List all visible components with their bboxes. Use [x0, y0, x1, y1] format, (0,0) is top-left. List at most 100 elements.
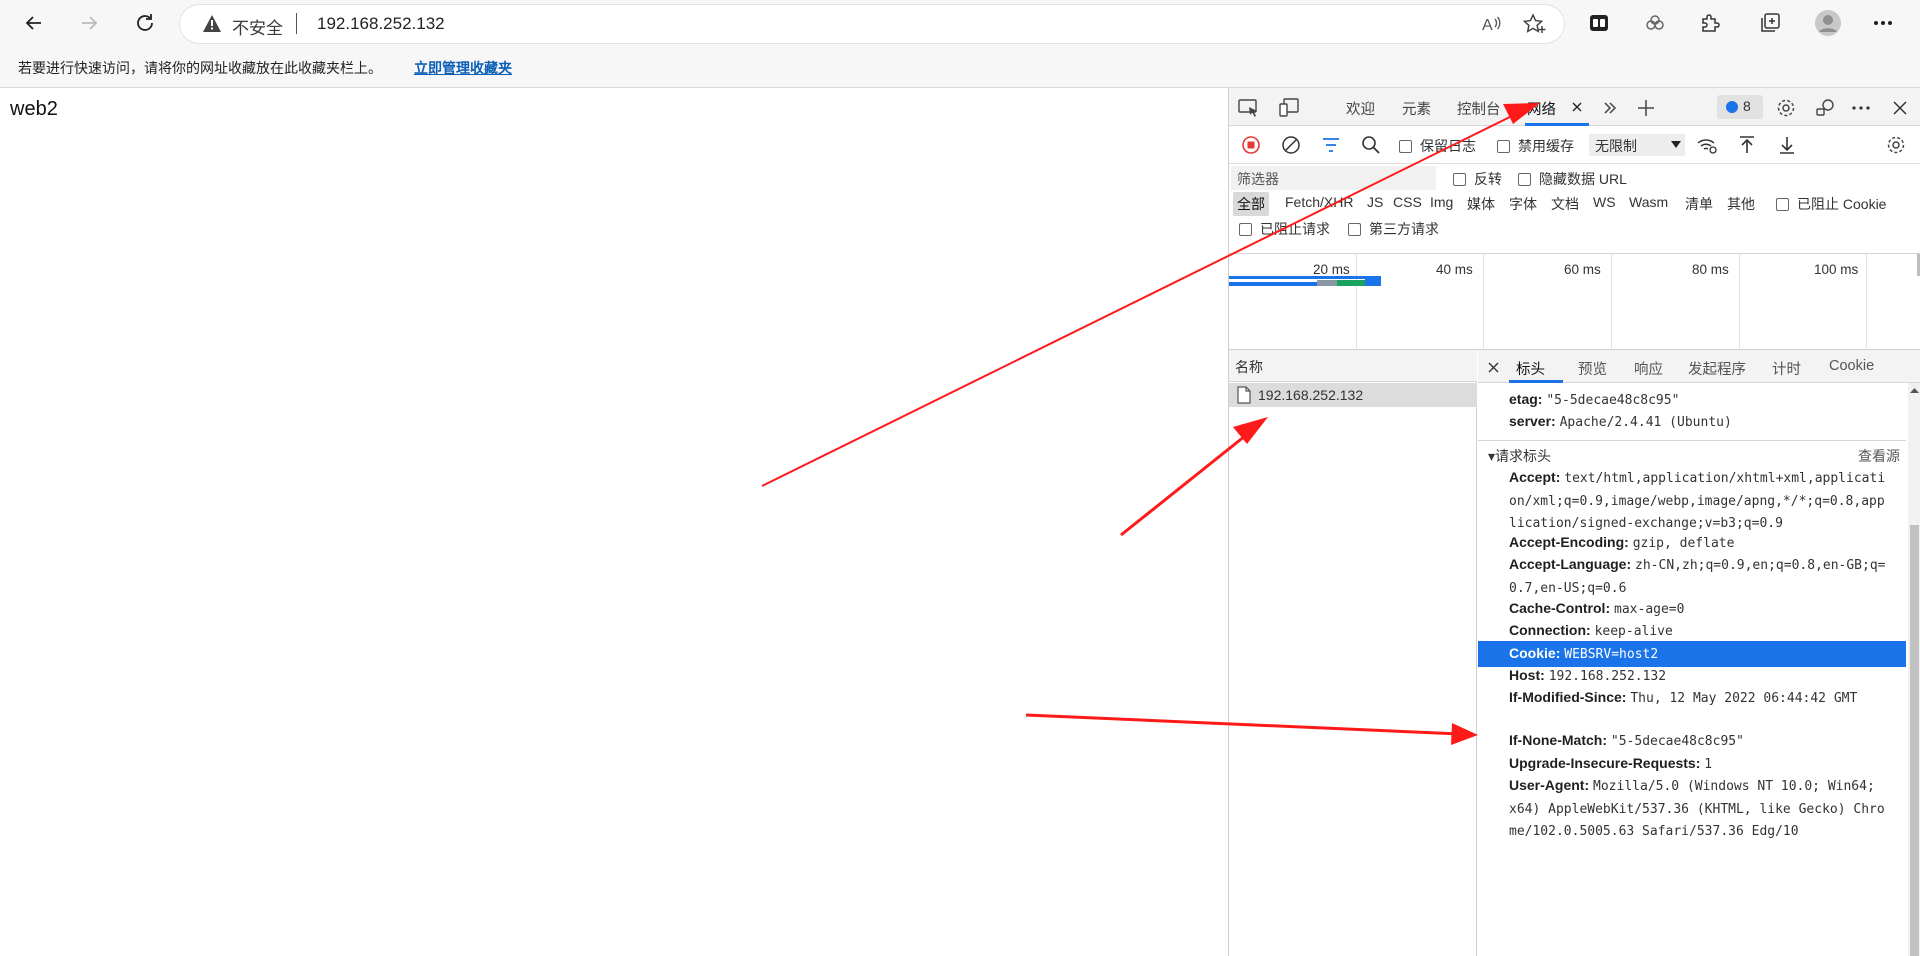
read-aloud-icon[interactable]: A	[1480, 13, 1502, 40]
third-party-label: 第三方请求	[1369, 221, 1439, 237]
close-devtools-icon[interactable]	[1888, 96, 1912, 120]
tab-preview[interactable]: 预览	[1578, 358, 1607, 379]
timeline-gridline	[1356, 254, 1357, 350]
header-value: "5-5decae48c8c95"	[1546, 393, 1680, 408]
type-filter-fetch-xhr[interactable]: Fetch/XHR	[1285, 194, 1353, 210]
filter-funnel-icon[interactable]	[1319, 133, 1343, 157]
type-filter-wasm[interactable]: Wasm	[1629, 194, 1668, 210]
network-toolbar: 保留日志 禁用缓存 无限制	[1229, 126, 1920, 164]
favorites-bar: 若要进行快速访问，请将你的网址收藏放在此收藏夹栏上。 立即管理收藏夹	[0, 46, 1920, 88]
request-header-if-modified-since: If-Modified-Since: Thu, 12 May 2022 06:4…	[1509, 689, 1858, 706]
chevron-down-icon	[1671, 141, 1681, 148]
request-header-cookie[interactable]: Cookie: WEBSRV=host2	[1509, 643, 1658, 666]
devtools-panel: 欢迎 元素 控制台 网络 8 保留日志 禁用缓存 无限制 筛选器 反转 隐藏数据…	[1228, 88, 1920, 956]
preserve-log-checkbox[interactable]	[1399, 137, 1412, 153]
type-filter-other[interactable]: 其他	[1727, 194, 1755, 214]
forward-button[interactable]	[72, 6, 106, 40]
detail-scrollbar[interactable]	[1908, 383, 1920, 956]
favorite-star-icon[interactable]	[1522, 13, 1547, 40]
network-conditions-icon[interactable]	[1695, 133, 1719, 157]
refresh-button[interactable]	[128, 6, 162, 40]
extension-cloud-icon[interactable]	[1640, 8, 1670, 38]
messages-badge[interactable]: 8	[1717, 95, 1763, 119]
add-tab-icon[interactable]	[1634, 96, 1658, 120]
tab-response[interactable]: 响应	[1634, 358, 1663, 379]
refresh-icon	[137, 14, 153, 31]
search-icon[interactable]	[1359, 133, 1383, 157]
blocked-cookies-checkbox[interactable]	[1776, 195, 1789, 211]
section-title: ▾请求标头	[1488, 448, 1552, 464]
back-button[interactable]	[17, 6, 51, 40]
request-row[interactable]: 192.168.252.132	[1229, 383, 1477, 407]
tab-welcome[interactable]: 欢迎	[1346, 98, 1375, 119]
filter-input[interactable]: 筛选器	[1231, 166, 1436, 190]
url-text[interactable]: 192.168.252.132	[317, 14, 445, 34]
tab-elements[interactable]: 元素	[1402, 98, 1431, 119]
throttling-select[interactable]: 无限制	[1589, 134, 1685, 156]
scroll-thumb[interactable]	[1910, 525, 1919, 956]
preserve-log-label: 保留日志	[1420, 138, 1476, 154]
type-filter-manifest[interactable]: 清单	[1685, 194, 1713, 214]
import-har-icon[interactable]	[1735, 133, 1759, 157]
invert-checkbox[interactable]	[1453, 170, 1466, 186]
blocked-requests-checkbox[interactable]	[1239, 220, 1252, 236]
view-source-link[interactable]: 查看源	[1858, 446, 1900, 466]
type-filter-css[interactable]: CSS	[1393, 194, 1422, 210]
close-tab-icon[interactable]	[1565, 95, 1589, 119]
more-menu-icon[interactable]	[1868, 8, 1898, 38]
timeline-tick: 40 ms	[1436, 262, 1473, 277]
request-headers-section[interactable]: ▾请求标头 查看源	[1478, 440, 1906, 466]
more-tabs-chevron-icon[interactable]	[1598, 96, 1622, 120]
request-header-cache-control: Cache-Control: max-age=0	[1509, 600, 1685, 617]
export-har-icon[interactable]	[1775, 133, 1799, 157]
header-value: Apache/2.4.41 (Ubuntu)	[1559, 415, 1732, 430]
type-filter-ws[interactable]: WS	[1593, 194, 1616, 210]
tab-headers[interactable]: 标头	[1516, 358, 1545, 379]
security-status[interactable]: 不安全	[232, 14, 283, 39]
profile-avatar[interactable]	[1813, 8, 1843, 38]
request-header-accept: Accept: text/html,application/xhtml+xml,…	[1509, 469, 1886, 531]
disable-cache-checkbox[interactable]	[1497, 137, 1510, 153]
type-filter-js[interactable]: JS	[1367, 194, 1383, 210]
timeline-bar	[1229, 276, 1381, 279]
timeline-tick: 80 ms	[1692, 262, 1729, 277]
detail-tab-bar: 标头 预览 响应 发起程序 计时 Cookie	[1478, 350, 1920, 383]
type-filter-img[interactable]: Img	[1430, 194, 1453, 210]
throttling-value: 无限制	[1595, 138, 1637, 154]
device-emulation-icon[interactable]	[1277, 96, 1301, 120]
scroll-up-icon	[1910, 388, 1919, 393]
type-filter-doc[interactable]: 文档	[1551, 194, 1579, 214]
type-filter-all[interactable]: 全部	[1233, 192, 1269, 216]
collections-icon[interactable]	[1755, 8, 1785, 38]
warning-icon[interactable]	[202, 14, 222, 33]
tab-network[interactable]: 网络	[1527, 98, 1556, 119]
network-settings-gear-icon[interactable]	[1884, 133, 1908, 157]
workspaces-icon[interactable]	[1584, 8, 1614, 38]
extensions-puzzle-icon[interactable]	[1695, 8, 1725, 38]
tab-timing[interactable]: 计时	[1772, 358, 1801, 379]
request-list-header[interactable]: 名称	[1229, 350, 1477, 382]
filter-bar: 筛选器 反转 隐藏数据 URL 全部 Fetch/XHR JS CSS Img …	[1229, 164, 1920, 254]
request-header-connection: Connection: keep-alive	[1509, 622, 1673, 639]
address-bar[interactable]: 不安全 192.168.252.132 A	[180, 5, 1564, 43]
inspect-element-icon[interactable]	[1237, 96, 1261, 120]
hide-data-urls-checkbox[interactable]	[1518, 170, 1531, 186]
devtools-more-icon[interactable]	[1849, 96, 1873, 120]
tab-initiator[interactable]: 发起程序	[1688, 358, 1746, 379]
close-detail-icon[interactable]	[1488, 360, 1499, 376]
feedback-icon[interactable]	[1813, 96, 1837, 120]
type-filter-font[interactable]: 字体	[1509, 194, 1537, 214]
type-filter-media[interactable]: 媒体	[1467, 194, 1495, 214]
tab-console[interactable]: 控制台	[1457, 98, 1501, 119]
clear-icon[interactable]	[1279, 133, 1303, 157]
settings-gear-icon[interactable]	[1774, 96, 1798, 120]
timeline-tick: 100 ms	[1814, 262, 1859, 277]
record-stop-icon[interactable]	[1239, 133, 1263, 157]
request-header-if-none-match: If-None-Match: "5-5decae48c8c95"	[1509, 732, 1744, 749]
third-party-checkbox[interactable]	[1348, 220, 1361, 236]
arrow-right-icon	[82, 16, 98, 30]
manage-favorites-link[interactable]: 立即管理收藏夹	[414, 58, 512, 78]
request-header-upgrade-insecure: Upgrade-Insecure-Requests: 1	[1509, 755, 1713, 772]
tab-cookies[interactable]: Cookie	[1829, 358, 1874, 374]
network-timeline[interactable]: 20 ms 40 ms 60 ms 80 ms 100 ms	[1229, 254, 1920, 350]
